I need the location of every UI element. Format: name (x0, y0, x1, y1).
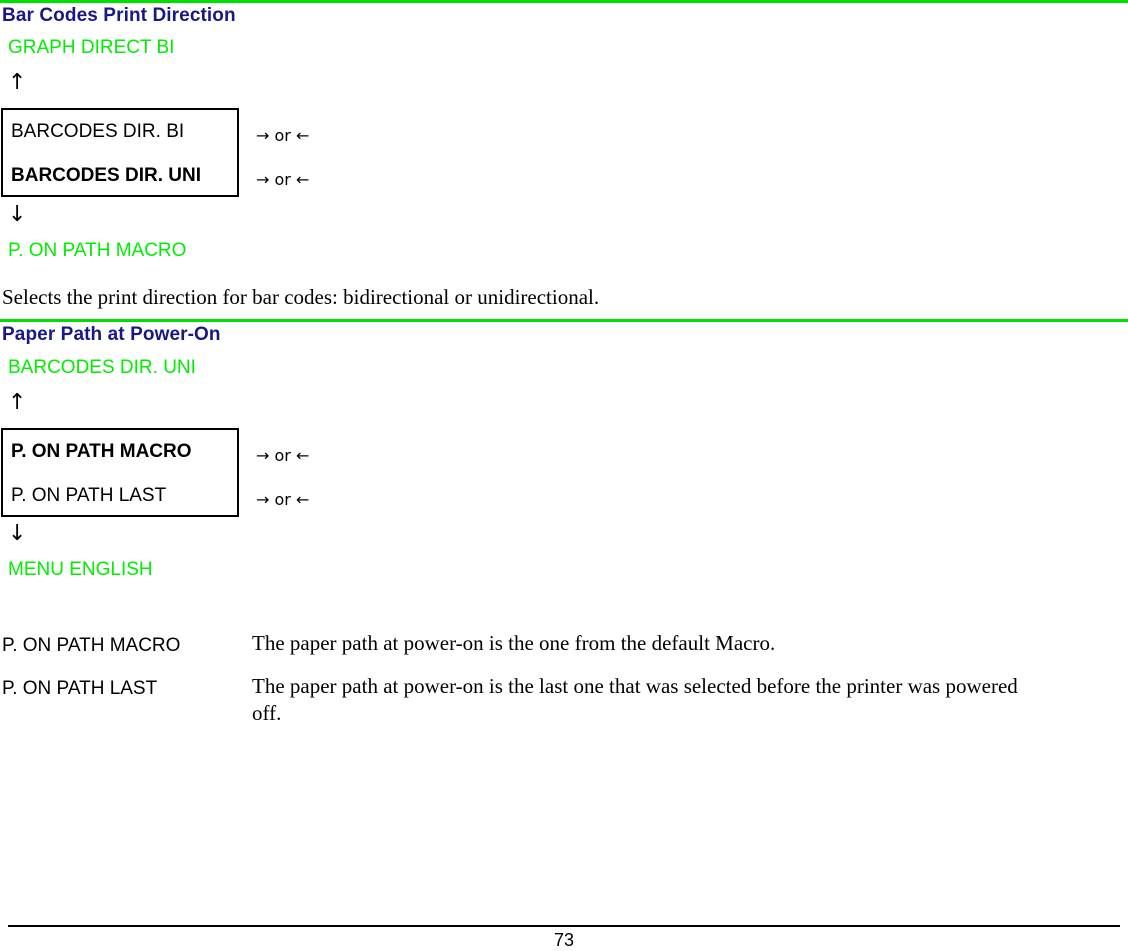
option-label-p-on-path-macro: P. ON PATH MACRO (11, 441, 192, 462)
arrow-hint-left-right-icon: → or ← (256, 490, 310, 509)
definition-table: P. ON PATH MACRO The paper path at power… (2, 630, 1092, 743)
down-arrow-icon: ↓ (8, 202, 27, 227)
menu-item-below-p-on-path-macro: P. ON PATH MACRO (8, 240, 187, 261)
option-label-p-on-path-last: P. ON PATH LAST (11, 485, 167, 506)
option-box-bar-codes-direction: BARCODES DIR. BI BARCODES DIR. UNI (1, 108, 239, 197)
menu-item-below-menu-english: MENU ENGLISH (8, 559, 153, 580)
menu-item-above-graph-direct-bi: GRAPH DIRECT BI (8, 37, 175, 58)
section-heading-paper-path-at-power-on: Paper Path at Power-On (2, 324, 221, 345)
option-row[interactable]: BARCODES DIR. UNI (3, 154, 237, 198)
definition-row: P. ON PATH LAST The paper path at power-… (2, 673, 1092, 727)
option-row[interactable]: BARCODES DIR. BI (3, 110, 237, 154)
section-heading-bar-codes-print-direction: Bar Codes Print Direction (2, 5, 236, 26)
arrow-hint-left-right-icon: → or ← (256, 170, 310, 189)
definition-term-p-on-path-macro: P. ON PATH MACRO (2, 635, 181, 656)
option-row[interactable]: P. ON PATH LAST (3, 474, 237, 518)
page-number: 73 (553, 930, 575, 950)
arrow-hint-left-right-icon: → or ← (256, 126, 310, 145)
section-description-bar-codes: Selects the print direction for bar code… (2, 285, 600, 309)
definition-description-p-on-path-last: The paper path at power-on is the last o… (252, 674, 1018, 725)
section-divider-rule-top (0, 0, 1128, 3)
arrow-hint-left-right-icon: → or ← (256, 446, 310, 465)
manual-page: Bar Codes Print Direction GRAPH DIRECT B… (0, 0, 1128, 950)
option-label-barcodes-dir-uni: BARCODES DIR. UNI (11, 165, 202, 186)
definition-description-p-on-path-macro: The paper path at power-on is the one fr… (252, 631, 776, 655)
option-label-barcodes-dir-bi: BARCODES DIR. BI (11, 121, 185, 142)
footer-divider-rule (8, 925, 1120, 927)
option-box-paper-path-power-on: P. ON PATH MACRO P. ON PATH LAST (1, 428, 239, 517)
down-arrow-icon: ↓ (8, 521, 27, 546)
menu-item-above-barcodes-dir-uni: BARCODES DIR. UNI (8, 357, 196, 378)
option-row[interactable]: P. ON PATH MACRO (3, 430, 237, 474)
up-arrow-icon: ↑ (8, 70, 27, 95)
definition-term-p-on-path-last: P. ON PATH LAST (2, 678, 158, 699)
section-divider-rule-second (0, 319, 1128, 322)
up-arrow-icon: ↑ (8, 390, 27, 415)
definition-row: P. ON PATH MACRO The paper path at power… (2, 630, 1092, 657)
